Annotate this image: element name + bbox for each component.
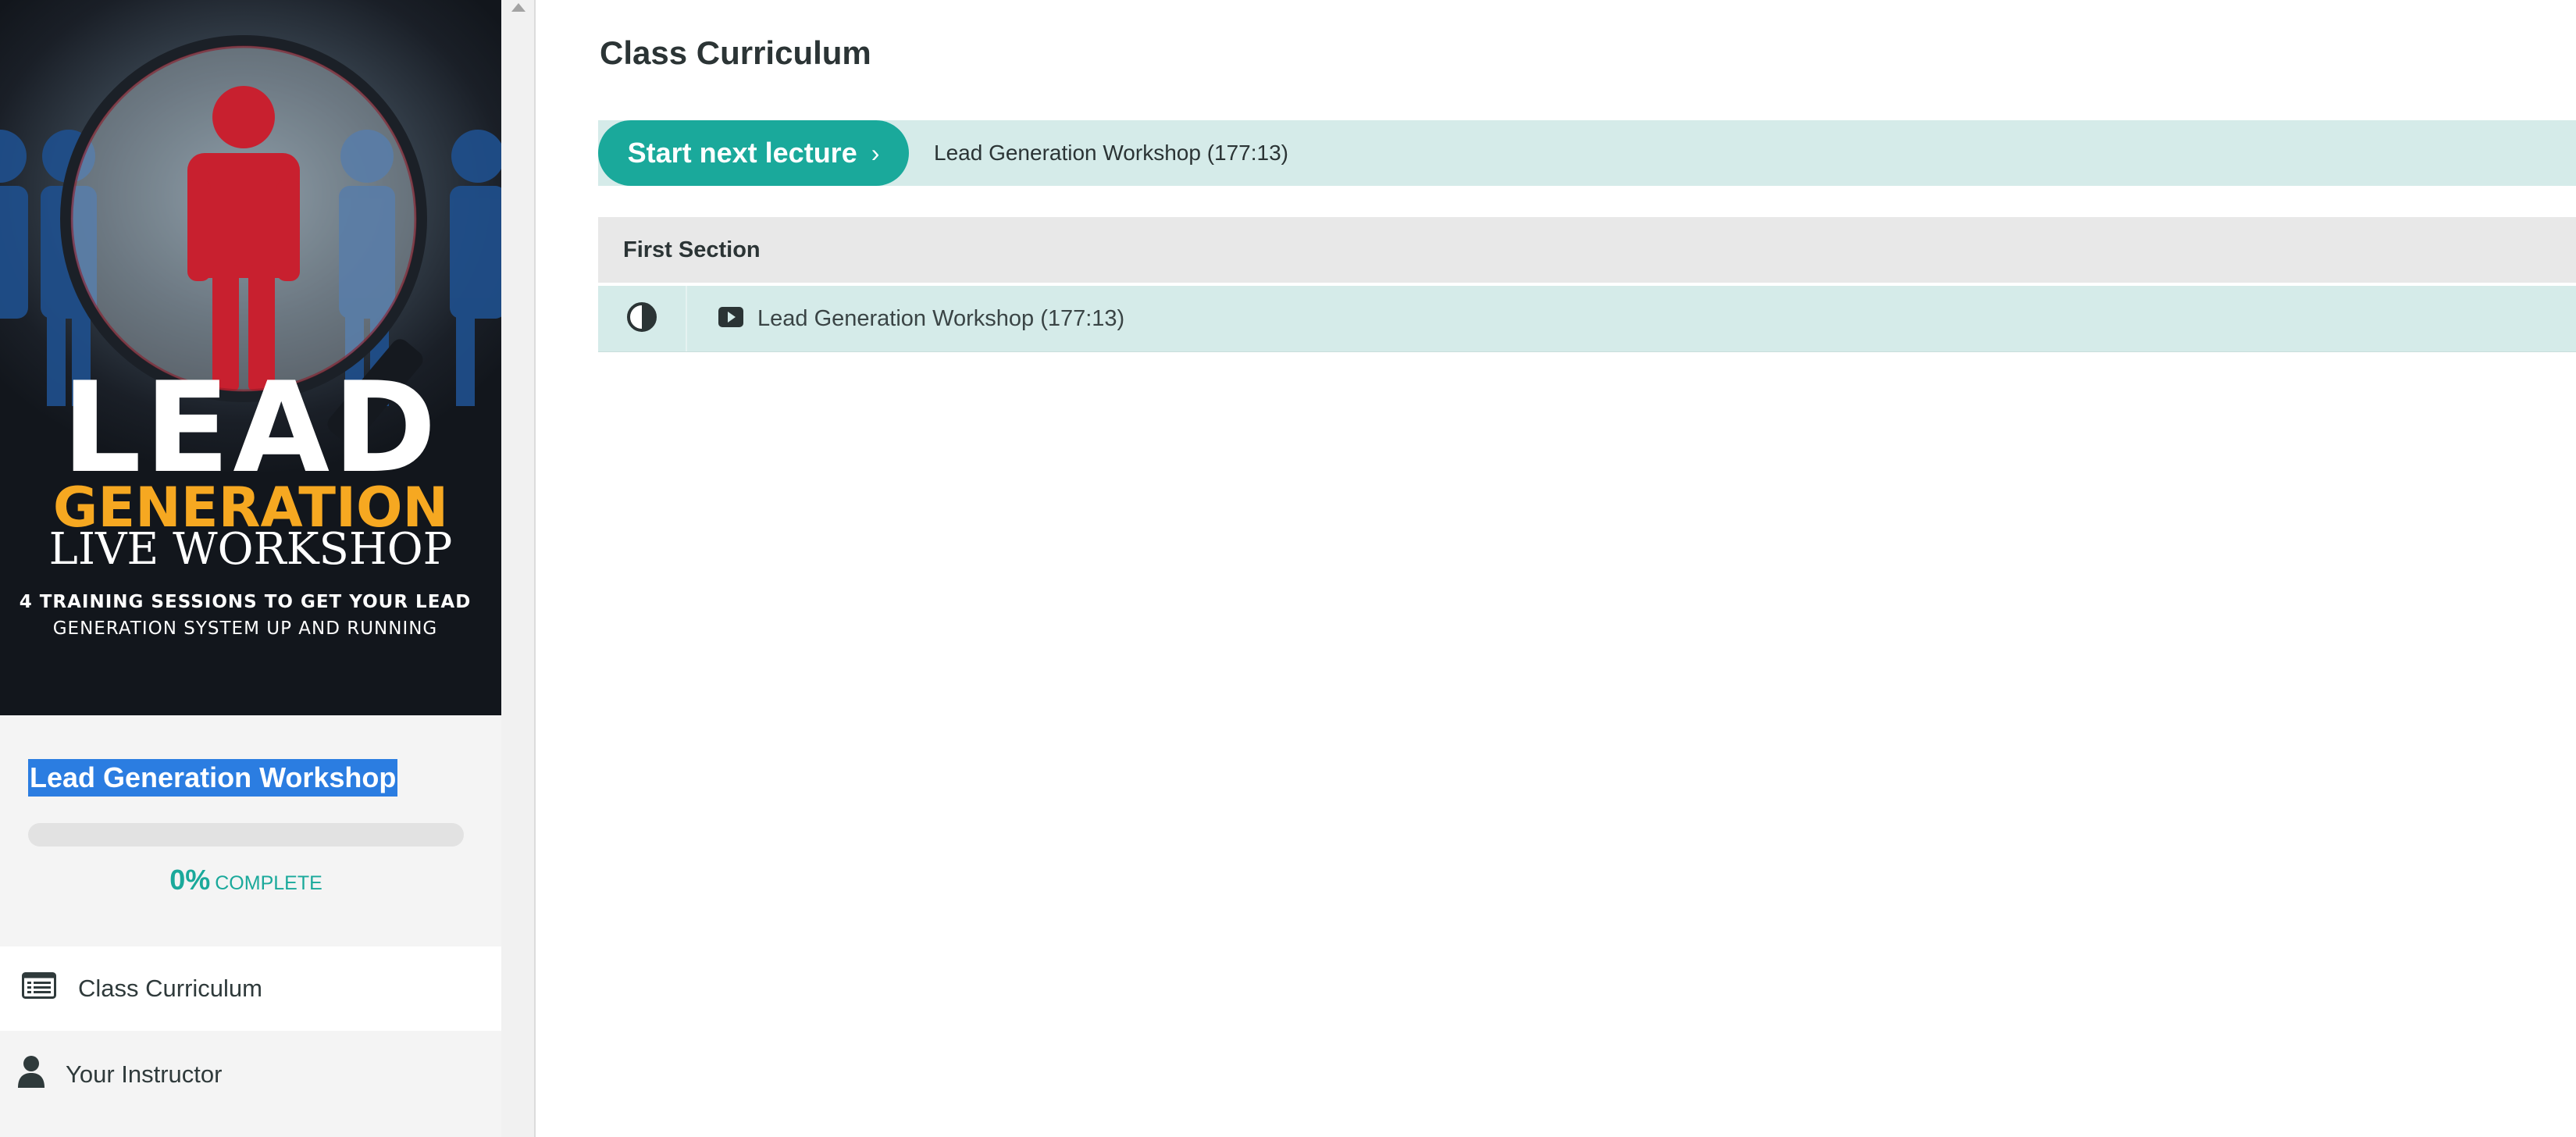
course-info: Lead Generation Workshop 0% COMPLETE — [0, 715, 501, 946]
youtube-play-icon — [718, 307, 743, 331]
progress-text: 0% COMPLETE — [0, 864, 492, 896]
lecture-item[interactable]: Lead Generation Workshop (177:13) — [598, 286, 2576, 352]
cover-tagline-2: GENERATION SYSTEM UP AND RUNNING — [52, 618, 438, 639]
progress-percent: 0% — [169, 864, 211, 896]
sidebar-item-your-instructor[interactable]: Your Instructor — [0, 1032, 501, 1117]
chevron-right-icon: › — [871, 138, 880, 167]
list-icon — [22, 972, 56, 1005]
section-title: First Section — [598, 217, 2576, 283]
sidebar-item-label: Your Instructor — [66, 1060, 223, 1088]
half-circle-icon — [626, 301, 657, 337]
user-icon — [17, 1055, 45, 1094]
sidebar-scrollbar[interactable] — [501, 0, 536, 1137]
start-next-lecture-button[interactable]: Start next lecture › — [598, 120, 909, 186]
curriculum-section: First Section Lead Generation Workshop (… — [598, 217, 2576, 352]
sidebar-item-label: Class Curriculum — [78, 975, 262, 1002]
cover-title-lead: LEAD — [62, 355, 440, 501]
progress-bar — [28, 823, 464, 847]
scroll-up-arrow-icon[interactable] — [511, 3, 526, 12]
lecture-title[interactable]: Lead Generation Workshop (177:13) — [757, 286, 1124, 351]
start-next-lecture-label: Start next lecture — [627, 137, 857, 169]
next-lecture-title[interactable]: Lead Generation Workshop (177:13) — [934, 120, 1288, 186]
cover-tagline-1: 4 TRAINING SESSIONS TO GET YOUR LEAD — [19, 592, 472, 612]
main-content: Class Curriculum Start next lecture › Le… — [537, 0, 2576, 1137]
sidebar-item-class-curriculum[interactable]: Class Curriculum — [0, 946, 501, 1031]
page-title: Class Curriculum — [600, 34, 871, 71]
sidebar: LEAD GENERATION LIVE WORKSHOP 4 TRAINING… — [0, 0, 501, 1137]
next-lecture-bar: Start next lecture › Lead Generation Wor… — [598, 120, 2576, 186]
lecture-status — [598, 286, 687, 351]
course-title: Lead Generation Workshop — [28, 759, 398, 797]
cover-title-workshop: LIVE WORKSHOP — [48, 524, 453, 575]
course-cover-image: LEAD GENERATION LIVE WORKSHOP 4 TRAINING… — [0, 0, 501, 715]
progress-label: COMPLETE — [215, 872, 322, 894]
